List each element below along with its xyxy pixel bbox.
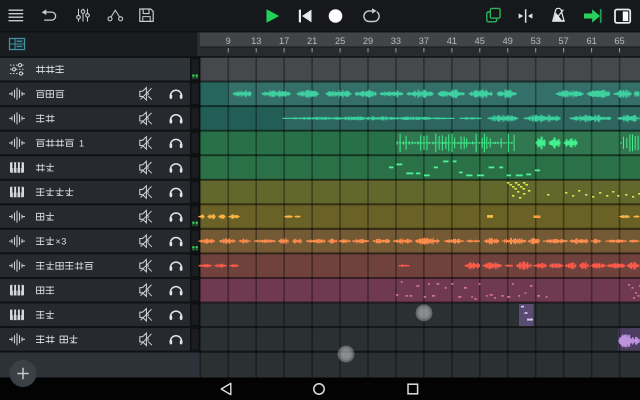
svg-text:17: 17	[279, 36, 289, 46]
svg-text:45: 45	[475, 36, 485, 46]
svg-text:57: 57	[558, 36, 568, 46]
svg-text:41: 41	[447, 36, 457, 46]
svg-text:61: 61	[586, 36, 596, 46]
svg-text:9: 9	[226, 36, 231, 46]
svg-text:49: 49	[503, 36, 513, 46]
svg-text:25: 25	[335, 36, 345, 46]
svg-text:37: 37	[419, 36, 429, 46]
svg-text:53: 53	[531, 36, 541, 46]
svg-text:33: 33	[391, 36, 401, 46]
svg-text:3: 3	[61, 237, 66, 247]
svg-text:29: 29	[363, 36, 373, 46]
svg-text:×: ×	[55, 237, 60, 247]
svg-text:13: 13	[251, 36, 261, 46]
svg-text:65: 65	[614, 36, 624, 46]
svg-text:1: 1	[79, 138, 84, 148]
svg-text:21: 21	[307, 36, 317, 46]
